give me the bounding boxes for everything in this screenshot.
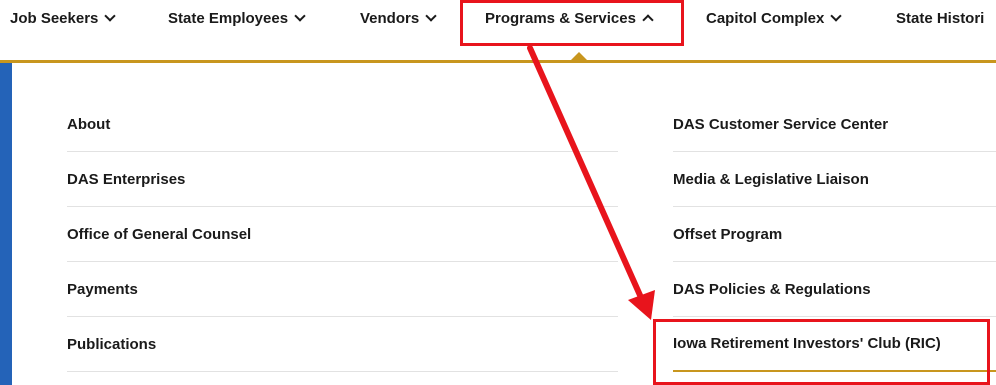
menu-link-offset-program[interactable]: Offset Program	[673, 207, 996, 262]
menu-link-media-liaison[interactable]: Media & Legislative Liaison	[673, 152, 996, 207]
menu-link-das-enterprises[interactable]: DAS Enterprises	[67, 152, 618, 207]
top-navigation: Job Seekers State Employees Vendors Prog…	[0, 0, 996, 60]
nav-label: Capitol Complex	[706, 9, 825, 27]
nav-capitol-complex[interactable]: Capitol Complex	[706, 0, 843, 36]
menu-link-general-counsel[interactable]: Office of General Counsel	[67, 207, 618, 262]
menu-link-about[interactable]: About	[67, 97, 618, 152]
nav-label: Vendors	[360, 9, 420, 27]
chevron-down-icon	[104, 10, 117, 22]
nav-label: State Employees	[168, 9, 289, 27]
nav-label: Job Seekers	[10, 9, 99, 27]
nav-label: State Histori	[896, 9, 985, 27]
nav-state-employees[interactable]: State Employees	[168, 0, 306, 36]
nav-vendors[interactable]: Vendors	[360, 0, 437, 36]
menu-link-policies-regulations[interactable]: DAS Policies & Regulations	[673, 262, 996, 317]
menu-link-publications[interactable]: Publications	[67, 317, 618, 372]
menu-link-payments[interactable]: Payments	[67, 262, 618, 317]
nav-programs-services[interactable]: Programs & Services	[485, 0, 654, 36]
chevron-down-icon	[830, 10, 843, 22]
nav-state-historical[interactable]: State Histori	[896, 0, 984, 36]
nav-job-seekers[interactable]: Job Seekers	[10, 0, 117, 36]
nav-label: Programs & Services	[485, 9, 636, 27]
side-accent-bar	[0, 63, 12, 385]
chevron-down-icon	[294, 10, 306, 22]
chevron-down-icon	[425, 10, 437, 22]
menu-link-ric[interactable]: Iowa Retirement Investors' Club (RIC)	[673, 317, 996, 372]
chevron-up-icon	[642, 14, 654, 26]
menu-link-customer-service[interactable]: DAS Customer Service Center	[673, 97, 996, 152]
programs-services-dropdown: About DAS Enterprises Office of General …	[12, 63, 996, 385]
